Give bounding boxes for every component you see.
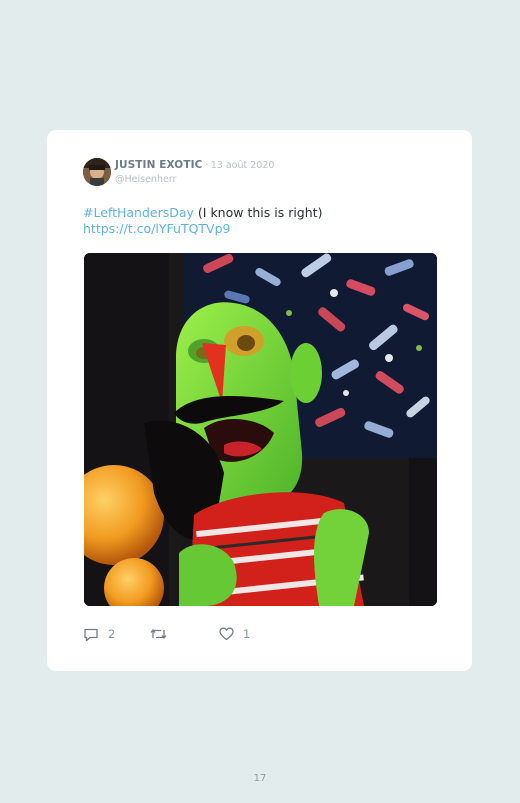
like-action[interactable]: 1	[219, 626, 250, 642]
heart-icon[interactable]	[219, 627, 234, 641]
hashtag-link[interactable]: #LeftHandersDay	[83, 205, 194, 220]
page-number: 17	[253, 773, 267, 784]
speech-bubble-icon[interactable]	[83, 627, 99, 642]
tweet-url-link[interactable]: https://t.co/lYFuTQTVp9	[83, 221, 231, 236]
puppet-gif-image	[84, 253, 437, 606]
tweet-actions: 2 1	[83, 626, 383, 642]
tweet-body-text: (I know this is right)	[193, 205, 323, 220]
tweet-card: JUSTIN EXOTIC · 13 août 2020 @Heisenherr #…	[47, 130, 472, 671]
separator-dot: ·	[205, 159, 209, 171]
author-handle[interactable]: @Heisenherr	[115, 174, 176, 186]
reply-action[interactable]: 2	[83, 626, 115, 642]
author-name[interactable]: JUSTIN EXOTIC	[115, 159, 202, 171]
like-count: 1	[243, 627, 251, 641]
avatar[interactable]	[83, 158, 111, 186]
tweet-media-image[interactable]	[84, 253, 437, 606]
retweet-icon[interactable]	[150, 627, 167, 641]
tweet-date[interactable]: 13 août 2020	[211, 160, 275, 171]
retweet-action[interactable]	[150, 626, 167, 642]
reply-count: 2	[108, 627, 116, 641]
author-line: JUSTIN EXOTIC · 13 août 2020	[115, 159, 274, 172]
tweet-text: #LeftHandersDay (I know this is right) h…	[83, 205, 443, 236]
